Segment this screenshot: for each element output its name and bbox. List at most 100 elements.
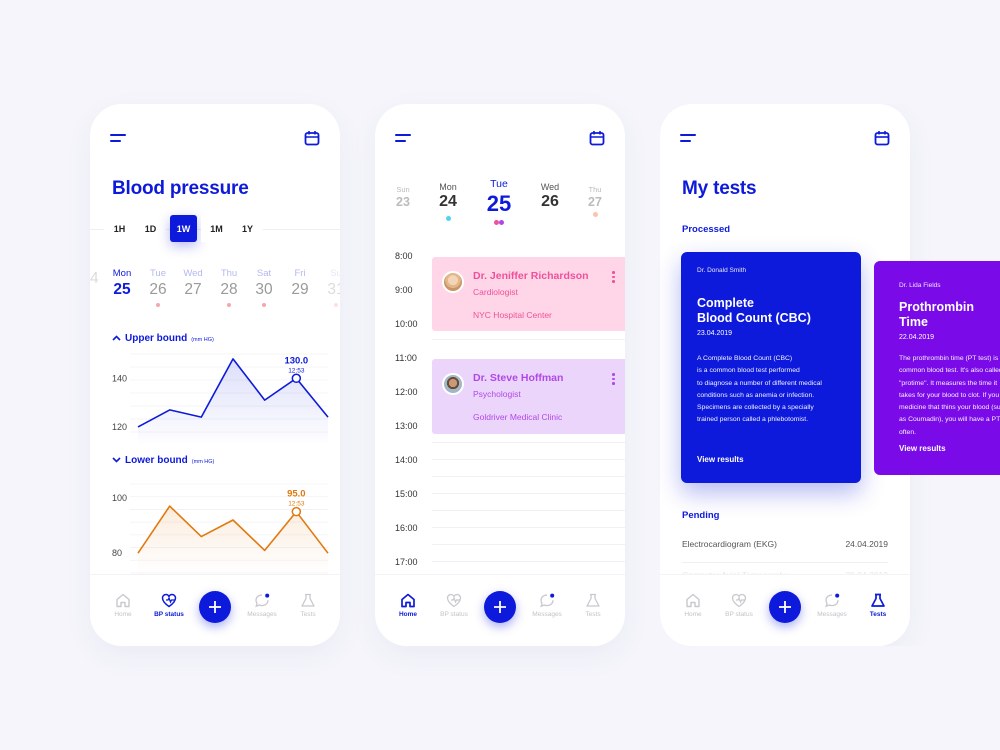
appointment-location: Goldriver Medical Clinic (473, 412, 563, 422)
time-label: 17:00 (395, 557, 418, 567)
lower-bound-header[interactable]: Lower bound (mm HG) (112, 455, 214, 466)
home-icon (401, 593, 415, 608)
home-screen: Sun 23 Mon 24 Tue 25 Wed 26 Thu 27 8:00 9:00 … (375, 104, 625, 646)
test-title: Prothrombin Time (899, 300, 974, 329)
heart-pulse-icon (731, 593, 747, 608)
appointment-location: NYC Hospital Center (473, 310, 552, 320)
day-thu-27[interactable]: Thu 27 (575, 185, 615, 217)
plus-icon (494, 601, 506, 613)
divider (432, 561, 625, 562)
menu-icon[interactable] (680, 134, 698, 144)
test-card-clip: Dr. Lida Fields Prothrombin Time 22.04.20… (874, 261, 1000, 475)
menu-icon[interactable] (110, 134, 128, 144)
test-card-cbc[interactable]: Dr. Donald Smith Complete Blood Count (CB… (681, 252, 861, 483)
doctor-avatar (442, 373, 464, 395)
more-options-icon[interactable] (612, 373, 616, 387)
nav-bp-status[interactable]: BP status (719, 593, 759, 618)
day-wed-26[interactable]: Wed 26 (530, 182, 570, 211)
calendar-icon[interactable] (589, 130, 605, 146)
nav-bp-status[interactable]: BP status (149, 593, 189, 618)
range-1h[interactable]: 1H (104, 215, 135, 242)
flask-icon (586, 593, 600, 607)
menu-icon[interactable] (395, 134, 413, 144)
test-title: Complete Blood Count (CBC) (697, 296, 811, 325)
divider (682, 562, 888, 563)
chevron-down-icon (112, 457, 121, 463)
nav-tests[interactable]: Tests (573, 593, 613, 618)
nav-home[interactable]: Home (673, 593, 713, 618)
time-label: 9:00 (395, 285, 413, 295)
test-description: The prothrombin time (PT test) is a comm… (899, 355, 1000, 436)
day-sun-23[interactable]: Sun 23 (383, 185, 423, 209)
upper-bound-label: Upper bound (125, 333, 188, 344)
test-date: 22.04.2019 (899, 334, 935, 341)
day-su-31[interactable]: Su31 (318, 268, 340, 307)
nav-bp-status[interactable]: BP status (434, 593, 474, 618)
highlight-time: 12:53 (288, 367, 305, 374)
nav-tests[interactable]: Tests (858, 593, 898, 618)
week-strip: 24 Mon25 Tue26 Wed27 Thu28 Sat30 Fri29 S… (90, 268, 340, 312)
highlight-value: 130.0 (284, 355, 308, 366)
page-title: My tests (682, 178, 757, 199)
day-thu-28[interactable]: Thu 28 (211, 268, 247, 307)
appointment-card[interactable]: Dr. Steve Hoffman Psychologist Goldriver… (432, 359, 625, 434)
nav-home[interactable]: Home (103, 593, 143, 618)
day-mon-24[interactable]: Mon 24 (428, 182, 468, 221)
range-selector: 1H 1D 1W 1M 1Y (104, 215, 269, 242)
heart-pulse-icon (446, 593, 462, 608)
time-label: 16:00 (395, 523, 418, 533)
message-icon (255, 593, 270, 608)
day-mon-25[interactable]: Mon 25 (104, 268, 140, 299)
day-sat-30[interactable]: Sat 30 (246, 268, 282, 307)
calendar-icon[interactable] (874, 130, 890, 146)
nav-messages[interactable]: Messages (527, 593, 567, 618)
nav-messages[interactable]: Messages (242, 593, 282, 618)
y-tick-label: 100 (112, 493, 127, 503)
bottom-nav: Home BP status Messages Tests (375, 574, 625, 646)
day-wed-27[interactable]: Wed 27 (175, 268, 211, 299)
upper-bound-chart: 140 120 130.012:53 (112, 353, 329, 444)
day-tue-26[interactable]: Tue 26 (140, 268, 176, 307)
day-fri-29[interactable]: Fri 29 (282, 268, 318, 299)
test-card-prothrombin[interactable]: Dr. Lida Fields Prothrombin Time 22.04.20… (874, 261, 1000, 475)
lower-bound-label: Lower bound (125, 455, 188, 466)
divider (432, 493, 625, 494)
upper-bound-header[interactable]: Upper bound (mm HG) (112, 333, 214, 344)
more-options-icon[interactable] (612, 271, 616, 285)
bottom-nav: Home BP status Messages Tests (660, 574, 910, 646)
doctor-name: Dr. Steve Hoffman (473, 372, 564, 384)
time-label: 15:00 (395, 489, 418, 499)
add-button[interactable] (769, 591, 801, 623)
appointment-card[interactable]: Dr. Jeniffer Richardson Cardiologist NYC… (432, 257, 625, 331)
add-button[interactable] (484, 591, 516, 623)
view-results-link[interactable]: View results (899, 444, 946, 453)
nav-home[interactable]: Home (388, 593, 428, 618)
highlight-point (291, 373, 302, 384)
pending-test-name: Electrocardiogram (EKG) (682, 539, 777, 549)
nav-tests[interactable]: Tests (288, 593, 328, 618)
calendar-icon[interactable] (304, 130, 320, 146)
doctor-specialty: Cardiologist (473, 287, 518, 297)
processed-label: Processed (682, 224, 731, 235)
plus-icon (779, 601, 791, 613)
nav-messages[interactable]: Messages (812, 593, 852, 618)
test-date: 23.04.2019 (697, 330, 733, 337)
divider (432, 476, 625, 477)
range-1m[interactable]: 1M (201, 215, 232, 242)
divider (432, 339, 625, 340)
doctor-name: Dr. Jeniffer Richardson (473, 270, 589, 282)
day-tue-25[interactable]: Tue 25 (479, 178, 519, 225)
highlight-point (291, 506, 302, 517)
flask-icon (871, 593, 885, 607)
view-results-link[interactable]: View results (697, 455, 744, 464)
add-button[interactable] (199, 591, 231, 623)
range-1w[interactable]: 1W (170, 215, 197, 242)
test-description: A Complete Blood Count (CBC) is a common… (697, 355, 822, 424)
home-icon (686, 593, 700, 608)
time-label: 12:00 (395, 387, 418, 397)
range-1y[interactable]: 1Y (232, 215, 263, 242)
pending-item[interactable]: Electrocardiogram (EKG) 24.04.2019 (682, 539, 888, 549)
test-doctor: Dr. Lida Fields (899, 282, 941, 289)
range-1d[interactable]: 1D (135, 215, 166, 242)
divider (432, 527, 625, 528)
